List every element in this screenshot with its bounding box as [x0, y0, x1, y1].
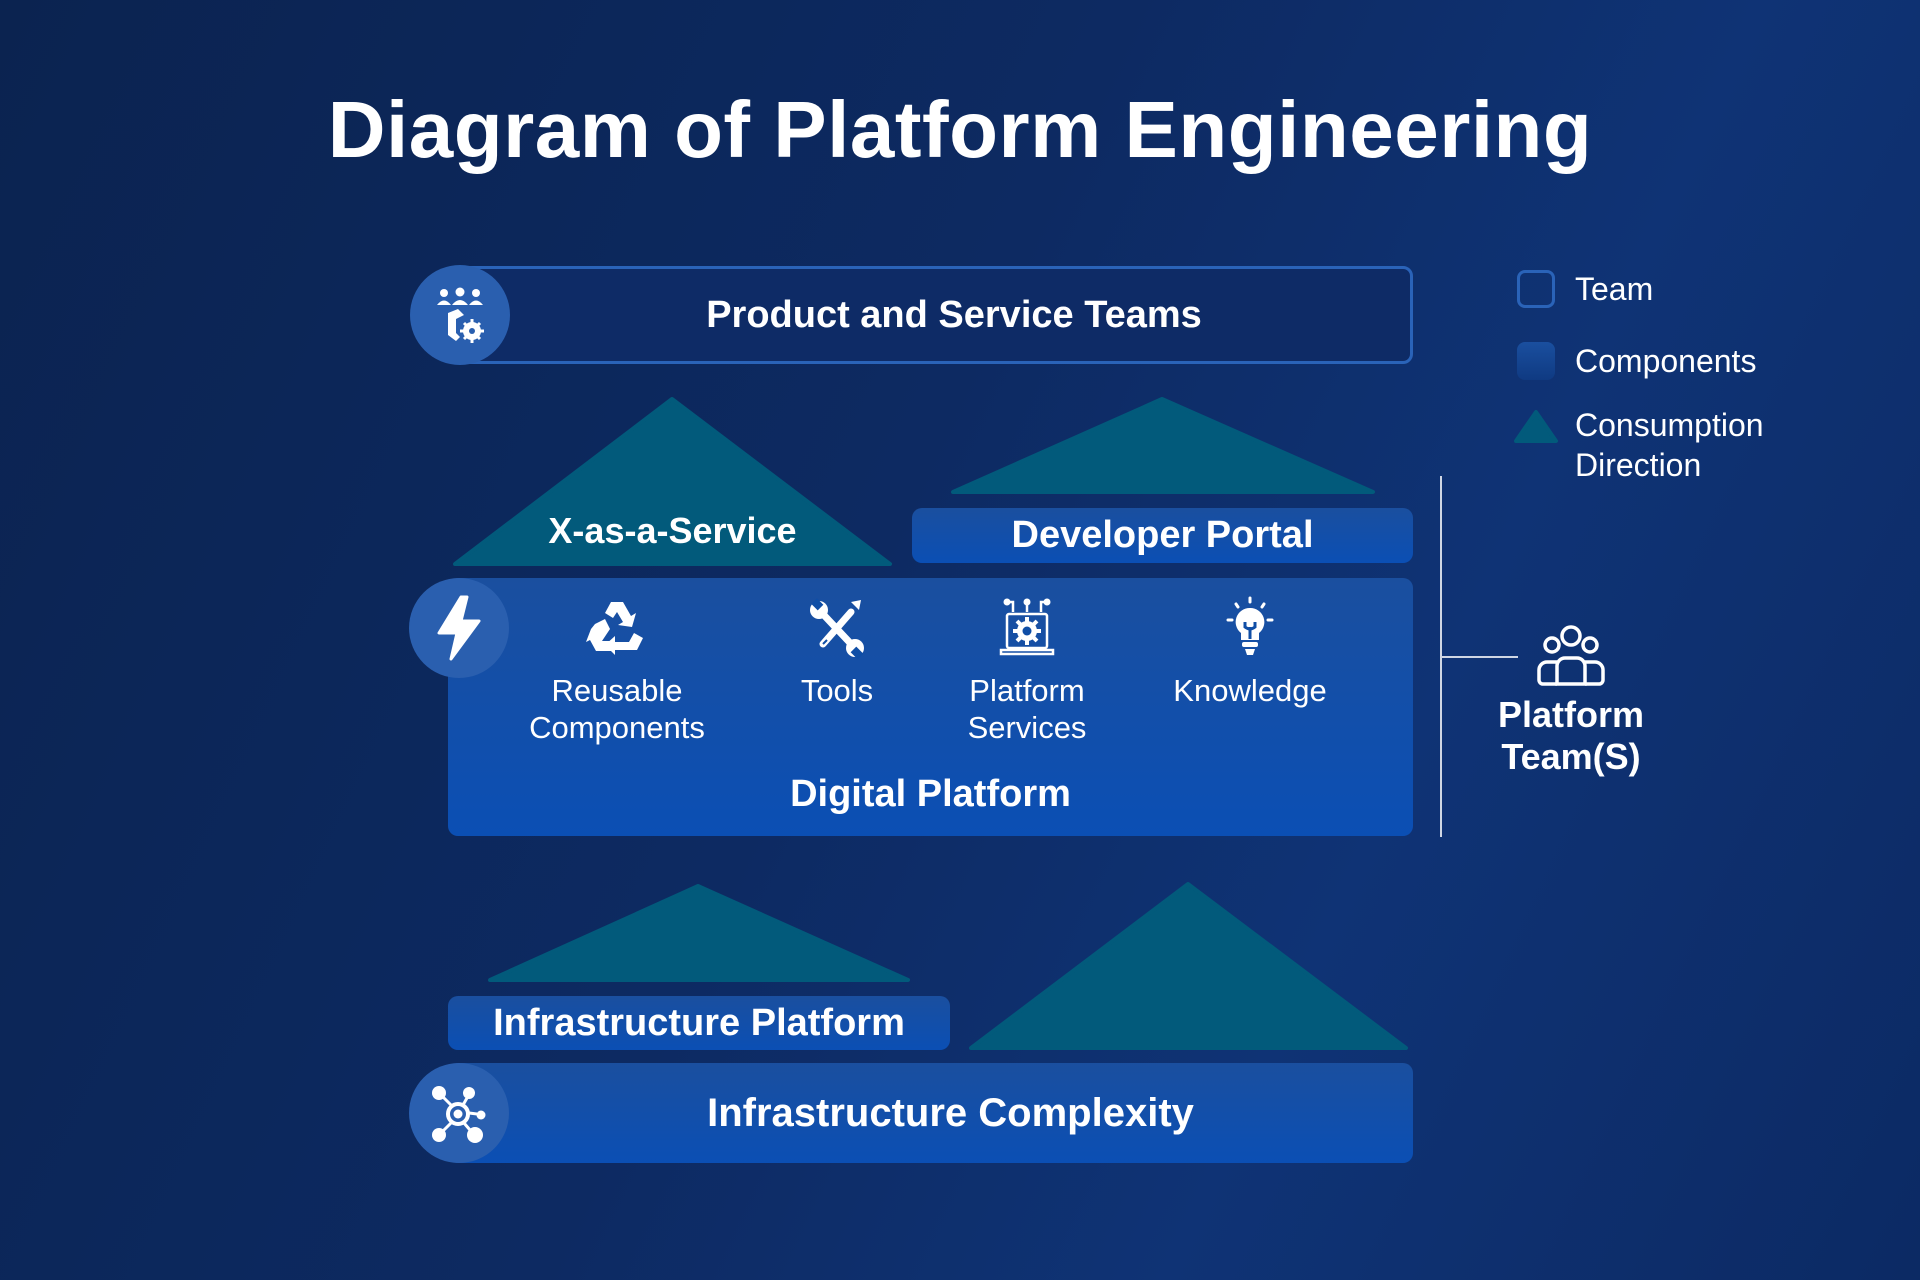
tools-icon	[805, 596, 869, 660]
legend-item-consumption: Consumption Direction	[1513, 405, 1764, 485]
digital-platform-label: Digital Platform	[790, 773, 1071, 815]
legend-components-label: Components	[1575, 343, 1757, 379]
platform-team-connector-line	[1441, 656, 1518, 658]
legend-team-label: Team	[1575, 271, 1654, 307]
item-label-line1: Platform	[969, 673, 1085, 708]
infrastructure-platform-label: Infrastructure Platform	[493, 1001, 905, 1044]
triangle-developer-portal	[951, 397, 1375, 494]
item-platform-services: Platform Services	[947, 596, 1107, 746]
infrastructure-complexity-label: Infrastructure Complexity	[707, 1090, 1194, 1135]
item-label-line2: Services	[967, 710, 1087, 745]
legend-components-symbol	[1517, 342, 1555, 380]
infrastructure-complexity-bar: Infrastructure Complexity	[448, 1063, 1413, 1163]
lightning-icon	[409, 578, 509, 678]
lightbulb-icon	[1218, 596, 1282, 660]
laptop-gear-icon	[995, 596, 1059, 660]
infrastructure-platform-bar: Infrastructure Platform	[448, 996, 950, 1050]
legend-consumption-line2: Direction	[1575, 447, 1702, 483]
item-knowledge: Knowledge	[1145, 596, 1355, 709]
item-tools: Tools	[767, 596, 907, 709]
platform-team-label: Platform Team(S)	[1471, 694, 1671, 778]
recycle-icon	[585, 596, 649, 660]
x-as-a-service-label: X-as-a-Service	[548, 510, 797, 551]
developer-portal-label: Developer Portal	[1011, 514, 1314, 556]
legend-team-symbol	[1517, 270, 1555, 308]
platform-team-label-line2: Team(S)	[1501, 736, 1641, 777]
item-label-line1: Reusable	[551, 673, 683, 708]
triangle-infrastructure-platform	[488, 884, 910, 982]
legend-item-components: Components	[1517, 341, 1756, 381]
developer-portal-bar: Developer Portal	[912, 508, 1413, 563]
triangle-infrastructure-right	[969, 882, 1408, 1050]
item-label-line1: Tools	[800, 673, 874, 708]
item-label-line2: Components	[529, 710, 705, 745]
item-reusable-components: Reusable Components	[517, 596, 717, 746]
people-group-icon	[1533, 624, 1609, 688]
item-label-line1: Knowledge	[1173, 673, 1327, 708]
legend-triangle-symbol	[1514, 410, 1558, 443]
legend-consumption-line1: Consumption	[1575, 407, 1764, 443]
platform-team-label-line1: Platform	[1497, 694, 1645, 735]
legend-item-team: Team	[1517, 269, 1653, 309]
network-hub-icon	[409, 1063, 509, 1163]
